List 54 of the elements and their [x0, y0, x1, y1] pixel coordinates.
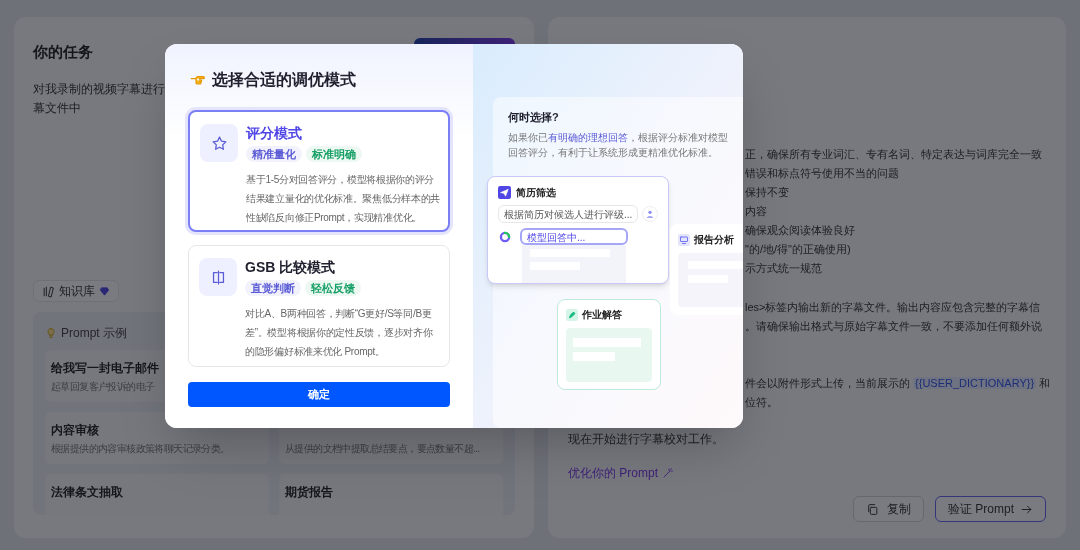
optimize-link[interactable]: 优化你的 Prompt	[568, 464, 674, 482]
mode-name: 评分模式	[246, 124, 303, 142]
panel-title: 你的任务	[33, 41, 93, 62]
example-card[interactable]: 法律条文抽取	[45, 474, 269, 515]
help-text: 如果你已有明确的理想回答，根据评分标准对模型回答评分，有利于让系统形成更精准优化标准。	[508, 130, 729, 160]
example-title: 期货报告	[285, 484, 334, 501]
prompt-line: 。请确保输出格式与原始字幕文件一致，不要添加任何额外说	[745, 319, 1042, 334]
example-title: 内容审核	[51, 422, 100, 439]
mode-tag: 精准量化	[246, 146, 302, 162]
mode-tag: 直觉判断	[245, 280, 301, 296]
mode-card[interactable]: GSB 比较模式 直觉判断 轻松反馈 对比A、B两种回答，判断“G更好/S等同/B更差”。模型将根据你的定性反馈，逐步对齐你的隐形偏好标准来优化 Prompt。	[188, 245, 450, 367]
card-title: 简历筛选	[516, 186, 556, 200]
mode-description: 基于1-5分对回答评分，模型将根据你的评分结果建立量化的优化标准。聚焦低分样本的共性缺陷反向修正Prompt，实现精准优化。	[246, 173, 441, 225]
mode-tag: 轻松反馈	[305, 280, 361, 296]
examples-title: Prompt 示例	[61, 325, 127, 342]
prompt-line: 位符。	[745, 395, 778, 410]
gem-icon	[99, 285, 110, 297]
prompt-line: 件会以附件形式上传，当前展示的 {{USER_DICTIONARY}} 和	[745, 376, 1051, 391]
copy-button[interactable]: 复制	[853, 496, 924, 522]
books-icon	[42, 284, 55, 298]
example-card[interactable]: 期货报告	[279, 474, 503, 515]
mode-card[interactable]: 评分模式 精准量化 标准明确 基于1-5分对回答评分，模型将根据你的评分结果建立量化的优化标准。聚焦低分样本的共性缺陷反向修正Prompt，实现精准优化。	[188, 110, 450, 232]
modal-title: 选择合适的调优模式	[212, 70, 356, 90]
mode-tag: 标准明确	[306, 146, 362, 162]
prompt-line: les>标签内输出新的字幕文件。输出内容应包含完整的字幕信	[745, 300, 1041, 315]
star-icon	[210, 134, 228, 152]
task-description: 幕文件中	[33, 100, 82, 117]
verify-button[interactable]: 验证 Prompt	[935, 496, 1046, 522]
prompt-line: 确保观众阅读体验良好	[745, 223, 855, 238]
prompt-line: 正，确保所有专业词汇、专有名词、特定表达与词库完全一致	[745, 147, 1042, 162]
card-title: 作业解答	[582, 308, 622, 322]
chip-label: 知识库	[59, 283, 95, 300]
prompt-line: 示方式统一规范	[745, 261, 822, 276]
paper-plane-icon	[498, 186, 511, 199]
user-message-bubble: 根据简历对候选人进行评级...	[498, 205, 639, 223]
chart-icon	[678, 233, 690, 246]
card-title: 报告分析	[694, 233, 734, 247]
confirm-button[interactable]: 确定	[188, 382, 450, 407]
prompt-line: 现在开始进行字幕校对工作。	[568, 431, 724, 448]
bulb-icon	[45, 326, 57, 340]
mode-name: GSB 比较模式	[245, 258, 337, 276]
example-title: 给我写一封电子邮件	[51, 360, 160, 377]
variable-chip: {{USER_DICTIONARY}}	[913, 377, 1037, 389]
knowledge-chip[interactable]: 知识库	[33, 280, 119, 302]
copy-icon	[866, 502, 879, 516]
pencil-icon	[566, 308, 578, 321]
prompt-line: 内容	[745, 204, 767, 219]
prompt-line: 保持不变	[745, 185, 789, 200]
help-title: 何时选择?	[508, 110, 560, 125]
prompt-line: 错误和标点符号使用不当的问题	[745, 166, 899, 181]
example-title: 法律条文抽取	[51, 484, 124, 501]
logo-ring-icon	[498, 230, 512, 244]
wand-icon	[662, 467, 674, 479]
prompt-line: "的/地/得"的正确使用)	[745, 242, 851, 257]
